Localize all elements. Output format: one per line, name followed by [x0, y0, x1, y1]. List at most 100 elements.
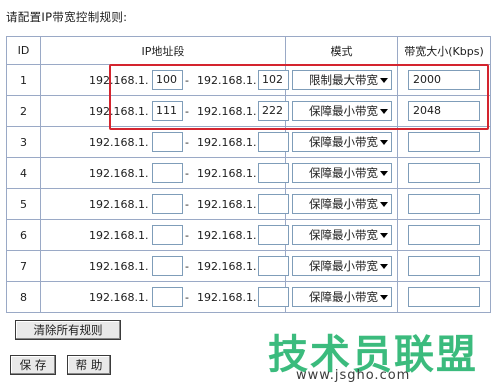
bandwidth-input[interactable]	[408, 225, 480, 245]
row-id: 5	[6, 188, 41, 220]
ip-prefix-end: 192.168.1.	[197, 136, 257, 149]
ip-start-input[interactable]	[152, 163, 183, 183]
ip-prefix-start: 192.168.1.	[89, 291, 149, 304]
table-row: 6 192.168.1. -192.168.1. 保障最小带宽	[6, 219, 491, 251]
bandwidth-input[interactable]: 2048	[408, 101, 480, 121]
bandwidth-input[interactable]	[408, 256, 480, 276]
chevron-down-icon	[379, 171, 388, 176]
row-id: 8	[6, 281, 41, 313]
range-dash: -	[185, 291, 189, 304]
ip-start-input[interactable]	[152, 256, 183, 276]
bandwidth-cell	[397, 126, 491, 158]
mode-select-value: 保障最小带宽	[309, 166, 378, 180]
mode-select[interactable]: 保障最小带宽	[291, 225, 392, 245]
ip-start-input[interactable]	[152, 225, 183, 245]
ip-end-input[interactable]	[258, 163, 289, 183]
ip-range-cell: 192.168.1. -192.168.1.	[40, 157, 289, 189]
bandwidth-cell	[397, 250, 491, 282]
chevron-down-icon	[379, 140, 388, 145]
ip-prefix-start: 192.168.1.	[89, 74, 149, 87]
ip-start-input[interactable]: 100	[152, 70, 183, 90]
bandwidth-input[interactable]: 2000	[408, 70, 480, 90]
ip-prefix-start: 192.168.1.	[89, 136, 149, 149]
ip-prefix-end: 192.168.1.	[197, 105, 257, 118]
row-id: 4	[6, 157, 41, 189]
ip-end-input[interactable]	[258, 256, 289, 276]
ip-end-input[interactable]: 102	[258, 70, 289, 90]
bandwidth-input[interactable]	[408, 194, 480, 214]
ip-end-input[interactable]	[258, 132, 289, 152]
ip-start-input[interactable]	[152, 132, 183, 152]
chevron-down-icon	[379, 109, 388, 114]
bandwidth-cell: 2048	[397, 95, 491, 127]
mode-select-value: 保障最小带宽	[309, 104, 378, 118]
row-id: 6	[6, 219, 41, 251]
mode-cell: 保障最小带宽	[285, 188, 398, 220]
ip-prefix-end: 192.168.1.	[197, 260, 257, 273]
ip-prefix-start: 192.168.1.	[89, 229, 149, 242]
bandwidth-input[interactable]	[408, 287, 480, 307]
ip-prefix-start: 192.168.1.	[89, 198, 149, 211]
range-dash: -	[185, 260, 189, 273]
mode-select[interactable]: 保障最小带宽	[291, 101, 392, 121]
save-button[interactable]: 保 存	[10, 355, 56, 375]
ip-prefix-start: 192.168.1.	[89, 260, 149, 273]
mode-select-value: 保障最小带宽	[309, 135, 378, 149]
clear-all-rules-button[interactable]: 清除所有规则	[15, 320, 121, 340]
bandwidth-input[interactable]	[408, 163, 480, 183]
bandwidth-cell	[397, 281, 491, 313]
mode-cell: 保障最小带宽	[285, 126, 398, 158]
mode-cell: 保障最小带宽	[285, 281, 398, 313]
mode-cell: 保障最小带宽	[285, 219, 398, 251]
mode-select[interactable]: 保障最小带宽	[291, 287, 392, 307]
ip-end-input[interactable]	[258, 225, 289, 245]
mode-select[interactable]: 限制最大带宽	[291, 70, 392, 90]
row-id: 3	[6, 126, 41, 158]
chevron-down-icon	[379, 78, 388, 83]
bandwidth-cell	[397, 219, 491, 251]
mode-cell: 保障最小带宽	[285, 250, 398, 282]
ip-end-input[interactable]	[258, 287, 289, 307]
mode-select[interactable]: 保障最小带宽	[291, 194, 392, 214]
header-ip-range: IP地址段	[40, 36, 286, 65]
row-id: 7	[6, 250, 41, 282]
chevron-down-icon	[379, 233, 388, 238]
ip-prefix-end: 192.168.1.	[197, 229, 257, 242]
header-mode: 模式	[285, 36, 398, 65]
mode-select[interactable]: 保障最小带宽	[291, 163, 392, 183]
row-id: 2	[6, 95, 41, 127]
chevron-down-icon	[379, 202, 388, 207]
row-id: 1	[6, 64, 41, 96]
mode-select[interactable]: 保障最小带宽	[291, 132, 392, 152]
ip-range-cell: 192.168.1. -192.168.1.	[40, 250, 289, 282]
help-button[interactable]: 帮 助	[67, 355, 111, 375]
ip-start-input[interactable]	[152, 287, 183, 307]
ip-prefix-start: 192.168.1.	[89, 167, 149, 180]
watermark-url: www.jsgho.com	[296, 368, 411, 383]
range-dash: -	[185, 74, 189, 87]
table-row: 7 192.168.1. -192.168.1. 保障最小带宽	[6, 250, 491, 282]
ip-start-input[interactable]: 111	[152, 101, 183, 121]
table-row: 5 192.168.1. -192.168.1. 保障最小带宽	[6, 188, 491, 220]
header-bandwidth: 带宽大小(Kbps)	[397, 36, 491, 65]
range-dash: -	[185, 167, 189, 180]
table-row: 1 192.168.1. 100-192.168.1. 102 限制最大带宽 2000	[6, 64, 491, 96]
ip-end-input[interactable]: 222	[258, 101, 289, 121]
ip-start-input[interactable]	[152, 194, 183, 214]
mode-cell: 限制最大带宽	[285, 64, 398, 96]
bandwidth-input[interactable]	[408, 132, 480, 152]
ip-prefix-end: 192.168.1.	[197, 167, 257, 180]
ip-prefix-end: 192.168.1.	[197, 198, 257, 211]
ip-range-cell: 192.168.1. -192.168.1.	[40, 219, 289, 251]
mode-select-value: 限制最大带宽	[309, 73, 378, 87]
table-row: 2 192.168.1. 111-192.168.1. 222 保障最小带宽 2048	[6, 95, 491, 127]
range-dash: -	[185, 105, 189, 118]
mode-select[interactable]: 保障最小带宽	[291, 256, 392, 276]
range-dash: -	[185, 136, 189, 149]
table-row: 8 192.168.1. -192.168.1. 保障最小带宽	[6, 281, 491, 313]
ip-range-cell: 192.168.1. 111-192.168.1. 222	[40, 95, 289, 127]
table-header-row: ID IP地址段 模式 带宽大小(Kbps)	[6, 36, 491, 65]
ip-end-input[interactable]	[258, 194, 289, 214]
mode-cell: 保障最小带宽	[285, 95, 398, 127]
mode-select-value: 保障最小带宽	[309, 228, 378, 242]
